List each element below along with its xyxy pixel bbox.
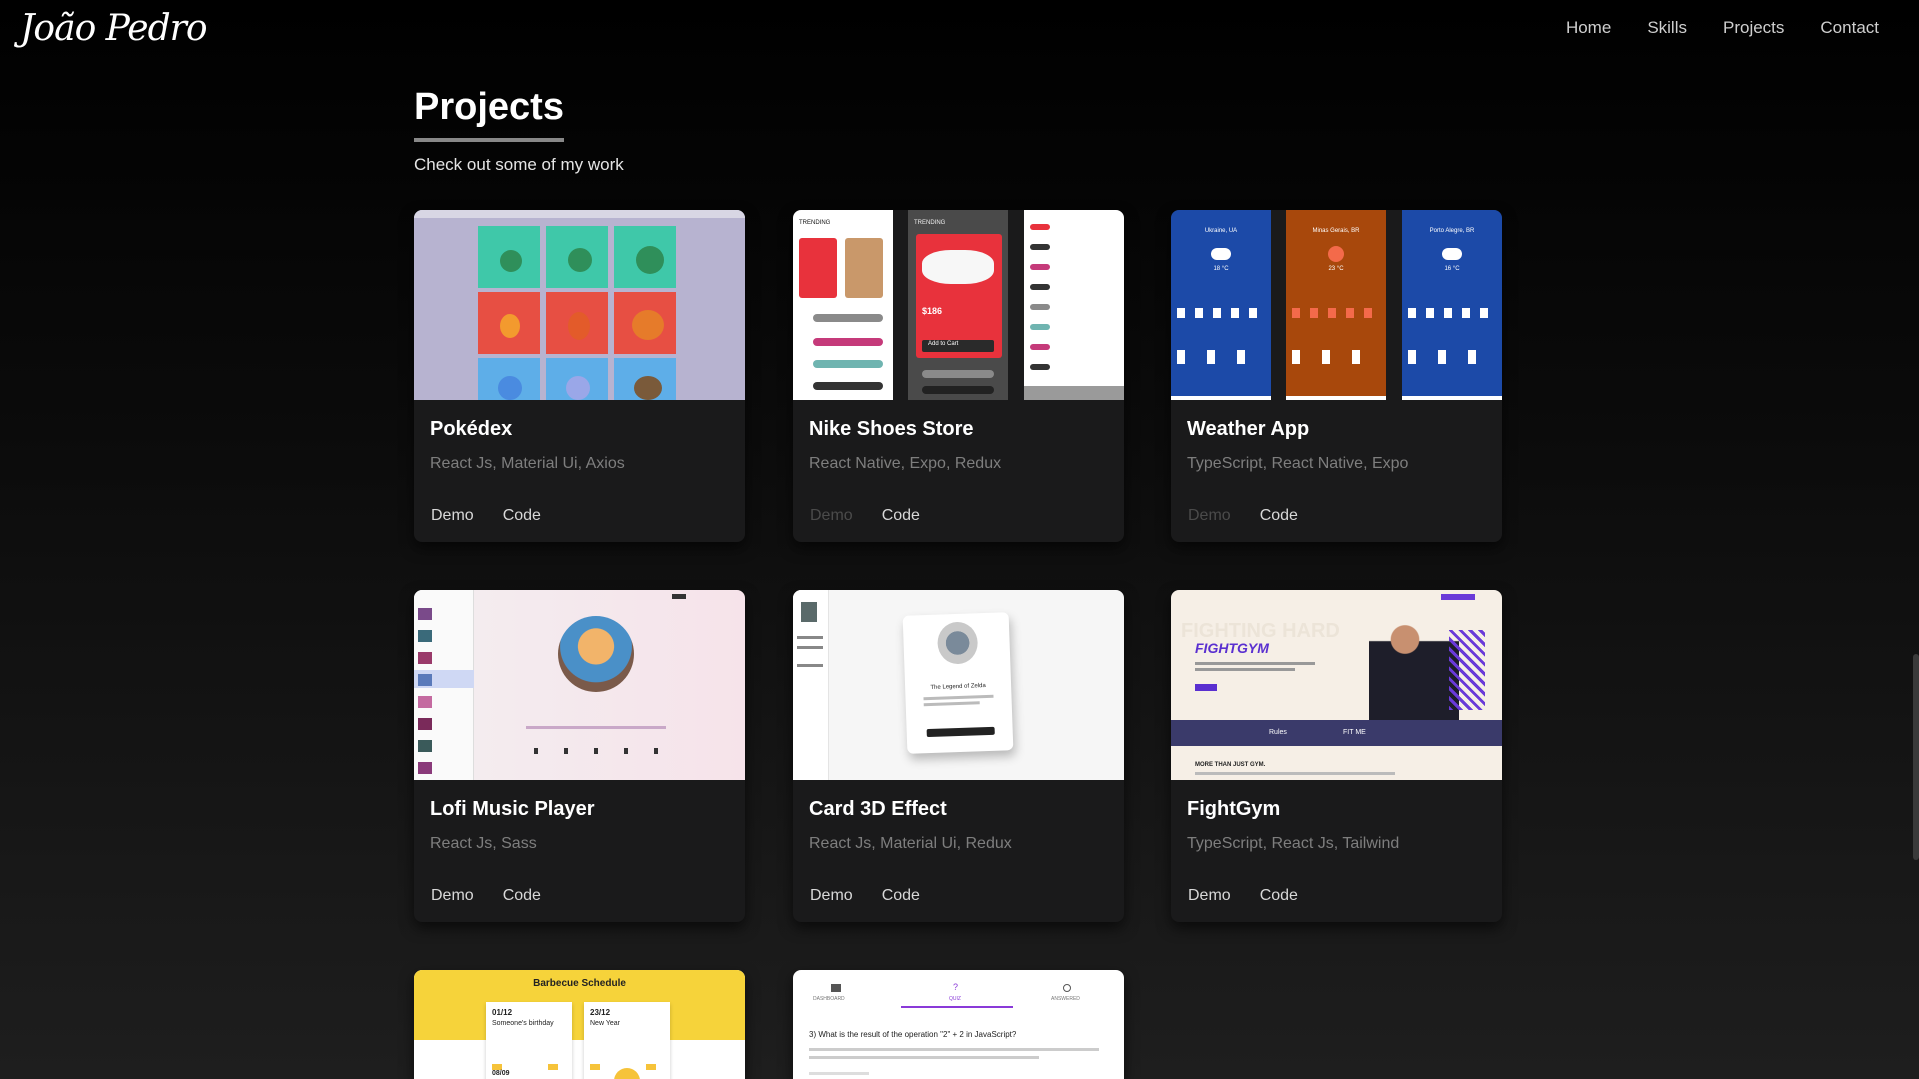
- code-link[interactable]: Code: [882, 887, 920, 905]
- main-nav: Home Skills Projects Contact: [1566, 18, 1879, 38]
- title-underline: [414, 138, 564, 142]
- weather-temp-3: 16 °C: [1444, 266, 1460, 272]
- project-card-fightgym: FIGHTING HARD FIGHTGYM Rules FIT ME MORE…: [1171, 590, 1502, 922]
- fightgym-menu-2: FIT ME: [1343, 729, 1366, 736]
- quiz-question: 3) What is the result of the operation "…: [809, 1030, 1017, 1039]
- demo-link: Demo: [1188, 507, 1231, 524]
- project-links: Demo Code: [1188, 887, 1298, 905]
- project-title: Card 3D Effect: [809, 798, 947, 820]
- project-tags: React Js, Material Ui, Axios: [430, 455, 625, 472]
- nike-trending-label: TRENDING: [799, 220, 831, 226]
- project-card-nike: TRENDING TRENDING $186 Add to Cart Nike …: [793, 210, 1124, 542]
- quiz-tab-answered: ANSWERED: [1051, 996, 1080, 1002]
- weather-temp-1: 18 °C: [1213, 266, 1229, 272]
- section-title: Projects: [414, 86, 564, 128]
- project-card-bbq: Barbecue Schedule 01/12 Someone's birthd…: [414, 970, 745, 1079]
- weather-city-2: Minas Gerais, BR: [1312, 228, 1360, 234]
- project-tags: React Js, Material Ui, Redux: [809, 835, 1012, 852]
- nav-projects[interactable]: Projects: [1723, 18, 1784, 38]
- pokedex-screenshot: [414, 210, 745, 400]
- page-scrollbar[interactable]: [1913, 654, 1919, 860]
- fightgym-brand: FIGHTGYM: [1195, 640, 1269, 656]
- project-card-weather: Ukraine, UA 18 °C Minas Gerais, BR 23 °C…: [1171, 210, 1502, 542]
- site-header: João Pedro Home Skills Projects Contact: [0, 0, 1919, 62]
- demo-link[interactable]: Demo: [1188, 887, 1231, 905]
- quiz-question-icon: ?: [953, 982, 959, 992]
- section-subtitle: Check out some of my work: [414, 155, 624, 174]
- project-title: Lofi Music Player: [430, 798, 595, 820]
- bbq-screenshot: Barbecue Schedule 01/12 Someone's birthd…: [414, 970, 745, 1079]
- quiz-tab-dashboard: DASHBOARD: [813, 996, 845, 1002]
- project-title: Nike Shoes Store: [809, 418, 974, 440]
- project-card-pokedex: Pokédex React Js, Material Ui, Axios Dem…: [414, 210, 745, 542]
- weather-temp-2: 23 °C: [1328, 266, 1344, 272]
- project-tags: TypeScript, React Native, Expo: [1187, 455, 1409, 472]
- bbq-title: Barbecue Schedule: [533, 978, 626, 989]
- project-title: FightGym: [1187, 798, 1281, 820]
- lofi-screenshot: [414, 590, 745, 780]
- project-title: Weather App: [1187, 418, 1310, 440]
- code-link[interactable]: Code: [503, 507, 541, 525]
- demo-link[interactable]: Demo: [810, 887, 853, 905]
- demo-link[interactable]: Demo: [431, 887, 474, 905]
- fightgym-screenshot: FIGHTING HARD FIGHTGYM Rules FIT ME MORE…: [1171, 590, 1502, 780]
- code-link[interactable]: Code: [503, 887, 541, 905]
- project-links: Demo Code: [810, 887, 920, 905]
- project-tags: TypeScript, React Js, Tailwind: [1187, 835, 1400, 852]
- nike-screenshot: TRENDING TRENDING $186 Add to Cart: [793, 210, 1124, 400]
- project-card-3d: The Legend of Zelda Card 3D Effect React…: [793, 590, 1124, 922]
- project-links: Demo Code: [431, 887, 541, 905]
- quiz-tab-quiz: QUIZ: [949, 996, 961, 1002]
- project-links: Demo Code: [810, 507, 920, 525]
- nike-price: $186: [922, 306, 943, 316]
- nike-add-to-cart: Add to Cart: [928, 341, 959, 347]
- nike-trending-label-2: TRENDING: [914, 220, 946, 226]
- demo-link: Demo: [810, 507, 853, 524]
- code-link[interactable]: Code: [882, 507, 920, 525]
- bbq-date-3: 08/09: [492, 1070, 510, 1077]
- project-links: Demo Code: [431, 507, 541, 525]
- weather-city-1: Ukraine, UA: [1204, 228, 1238, 234]
- fightgym-menu-1: Rules: [1269, 729, 1287, 736]
- code-link[interactable]: Code: [1260, 887, 1298, 905]
- fightgym-more: MORE THAN JUST GYM.: [1195, 762, 1266, 768]
- nav-skills[interactable]: Skills: [1647, 18, 1687, 38]
- demo-link[interactable]: Demo: [431, 507, 474, 525]
- project-card-quiz: DASHBOARD ? QUIZ ANSWERED 3) What is the…: [793, 970, 1124, 1079]
- project-title: Pokédex: [430, 418, 513, 440]
- weather-city-3: Porto Alegre, BR: [1429, 228, 1475, 234]
- bbq-label-1: Someone's birthday: [492, 1020, 554, 1027]
- logo[interactable]: João Pedro: [20, 8, 208, 49]
- quiz-screenshot: DASHBOARD ? QUIZ ANSWERED 3) What is the…: [793, 970, 1124, 1079]
- project-card-lofi: Lofi Music Player React Js, Sass Demo Co…: [414, 590, 745, 922]
- card3d-caption: The Legend of Zelda: [930, 683, 986, 691]
- nav-home[interactable]: Home: [1566, 18, 1611, 38]
- project-tags: React Js, Sass: [430, 835, 537, 852]
- nav-contact[interactable]: Contact: [1820, 18, 1879, 38]
- project-tags: React Native, Expo, Redux: [809, 455, 1002, 472]
- code-link[interactable]: Code: [1260, 507, 1298, 525]
- bbq-date-2: 23/12: [590, 1008, 611, 1017]
- bbq-label-2: New Year: [590, 1020, 620, 1027]
- bbq-date-1: 01/12: [492, 1008, 513, 1017]
- project-links: Demo Code: [1188, 507, 1298, 525]
- card3d-screenshot: The Legend of Zelda: [793, 590, 1124, 780]
- weather-screenshot: Ukraine, UA 18 °C Minas Gerais, BR 23 °C…: [1171, 210, 1502, 400]
